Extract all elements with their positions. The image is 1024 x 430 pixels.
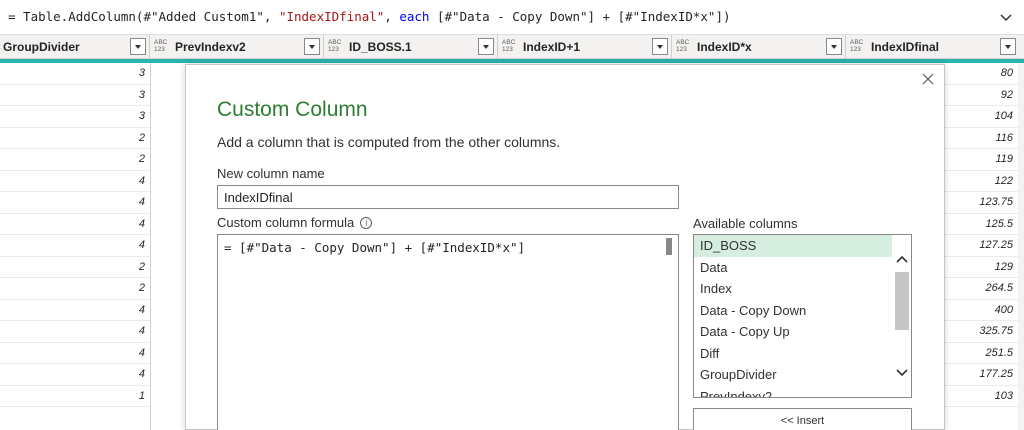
type-any-icon: ABC 123 bbox=[328, 39, 342, 53]
available-column-item[interactable]: Data - Copy Down bbox=[694, 300, 893, 322]
table-cell[interactable]: 104 bbox=[945, 106, 1018, 128]
column-title: IndexIDfinal bbox=[871, 40, 940, 54]
custom-formula-editor[interactable]: = [#"Data - Copy Down"] + [#"IndexID*x"] bbox=[217, 234, 679, 430]
column-header-indexid-x[interactable]: ABC 123 IndexID*x bbox=[672, 35, 846, 59]
available-column-item[interactable]: Data bbox=[694, 257, 893, 279]
column-title: ID_BOSS.1 bbox=[349, 40, 412, 54]
table-cell[interactable]: 264.5 bbox=[945, 278, 1018, 300]
column-title: GroupDivider bbox=[3, 40, 80, 54]
table-cell[interactable]: 92 bbox=[945, 85, 1018, 106]
formula-keyword: each bbox=[399, 9, 430, 24]
table-cell[interactable]: 4 bbox=[0, 300, 150, 321]
table-cell[interactable]: 129 bbox=[945, 257, 1018, 278]
table-cell[interactable]: 3 bbox=[0, 106, 150, 128]
chevron-down-icon[interactable] bbox=[895, 366, 909, 380]
chevron-down-icon[interactable] bbox=[998, 9, 1014, 25]
filter-dropdown-button[interactable] bbox=[130, 38, 146, 55]
table-cell[interactable]: 4 bbox=[0, 343, 150, 364]
table-cell[interactable]: 1 bbox=[0, 386, 150, 407]
column-header-groupdivider[interactable]: GroupDivider bbox=[0, 35, 150, 59]
formula-label-wrap: Custom column formula i bbox=[217, 215, 373, 230]
table-cell[interactable]: 2 bbox=[0, 257, 150, 278]
custom-column-dialog: Custom Column Add a column that is compu… bbox=[185, 64, 945, 430]
column-header-indexidfinal[interactable]: ABC 123 IndexIDfinal bbox=[846, 35, 1024, 59]
column-title: IndexID+1 bbox=[523, 40, 581, 54]
scroll-thumb[interactable] bbox=[895, 272, 909, 330]
available-column-item[interactable]: Index bbox=[694, 278, 893, 300]
new-column-name-label: New column name bbox=[217, 166, 325, 181]
chevron-up-icon[interactable] bbox=[895, 252, 909, 266]
formula-separator: , bbox=[384, 9, 400, 24]
available-columns-label: Available columns bbox=[693, 216, 798, 231]
grid-column-previndexv2-body bbox=[150, 63, 185, 430]
column-header-indexid-plus-1[interactable]: ABC 123 IndexID+1 bbox=[498, 35, 672, 59]
type-any-icon: ABC 123 bbox=[850, 39, 864, 53]
formula-scroll-thumb[interactable] bbox=[666, 238, 672, 255]
table-cell[interactable]: 400 bbox=[945, 300, 1018, 321]
formula-string: "IndexIDfinal" bbox=[278, 9, 385, 24]
filter-dropdown-button[interactable] bbox=[652, 38, 668, 55]
formula-bar-text[interactable]: = Table.AddColumn(#"Added Custom1", "Ind… bbox=[8, 9, 731, 24]
insert-button[interactable]: << Insert bbox=[693, 408, 912, 430]
column-header-previndexv2[interactable]: ABC 123 PrevIndexv2 bbox=[150, 35, 324, 59]
available-columns-list[interactable]: ID_BOSS Data Index Data - Copy Down Data - C… bbox=[693, 234, 912, 398]
table-cell[interactable]: 3 bbox=[0, 85, 150, 106]
formula-code[interactable]: = [#"Data - Copy Down"] + [#"IndexID*x"] bbox=[224, 240, 525, 255]
table-cell[interactable]: 103 bbox=[945, 386, 1018, 407]
table-cell[interactable]: 325.75 bbox=[945, 321, 1018, 343]
table-cell[interactable]: 125.5 bbox=[945, 214, 1018, 235]
table-cell[interactable]: 123.75 bbox=[945, 192, 1018, 214]
table-cell[interactable]: 2 bbox=[0, 278, 150, 300]
column-title: PrevIndexv2 bbox=[175, 40, 246, 54]
formula-label: Custom column formula bbox=[217, 215, 355, 230]
table-cell[interactable]: 80 bbox=[945, 63, 1018, 85]
table-cell[interactable]: 116 bbox=[945, 128, 1018, 149]
table-cell[interactable]: 4 bbox=[0, 214, 150, 235]
table-cell[interactable]: 2 bbox=[0, 149, 150, 171]
formula-prefix: = Table.AddColumn(#"Added Custom1", bbox=[8, 9, 279, 24]
column-header-id-boss-1[interactable]: ABC 123 ID_BOSS.1 bbox=[324, 35, 498, 59]
table-cell[interactable]: 2 bbox=[0, 128, 150, 149]
available-column-item[interactable]: ID_BOSS bbox=[694, 235, 893, 257]
filter-dropdown-button[interactable] bbox=[304, 38, 320, 55]
available-column-item[interactable]: GroupDivider bbox=[694, 364, 893, 386]
filter-dropdown-button[interactable] bbox=[1000, 38, 1016, 55]
table-cell[interactable]: 4 bbox=[0, 235, 150, 257]
filter-dropdown-button[interactable] bbox=[478, 38, 494, 55]
available-columns-scrollbar[interactable] bbox=[892, 235, 911, 397]
filter-dropdown-button[interactable] bbox=[826, 38, 842, 55]
table-cell[interactable]: 251.5 bbox=[945, 343, 1018, 364]
close-icon[interactable] bbox=[920, 71, 936, 87]
dialog-subtitle: Add a column that is computed from the o… bbox=[217, 134, 561, 150]
available-column-item[interactable]: Data - Copy Up bbox=[694, 321, 893, 343]
type-any-icon: ABC 123 bbox=[154, 39, 168, 53]
new-column-name-input[interactable]: IndexIDfinal bbox=[217, 185, 679, 209]
table-cell[interactable]: 3 bbox=[0, 63, 150, 85]
type-any-icon: ABC 123 bbox=[502, 39, 516, 53]
grid-header: GroupDivider ABC 123 PrevIndexv2 ABC 123 I… bbox=[0, 35, 1024, 59]
table-cell[interactable]: 4 bbox=[0, 364, 150, 386]
table-cell[interactable]: 4 bbox=[0, 192, 150, 214]
table-cell[interactable]: 127.25 bbox=[945, 235, 1018, 257]
table-cell[interactable]: 119 bbox=[945, 149, 1018, 171]
table-cell[interactable]: 4 bbox=[0, 321, 150, 343]
type-any-icon: ABC 123 bbox=[676, 39, 690, 53]
available-column-item[interactable]: PrevIndexv2 bbox=[694, 386, 893, 398]
table-cell[interactable]: 122 bbox=[945, 171, 1018, 192]
info-icon[interactable]: i bbox=[360, 217, 373, 229]
formula-bar[interactable]: = Table.AddColumn(#"Added Custom1", "Ind… bbox=[0, 0, 1024, 35]
formula-suffix: [#"Data - Copy Down"] + [#"IndexID*x"]) bbox=[429, 9, 731, 24]
grid-scrollbar[interactable] bbox=[1018, 63, 1024, 430]
table-cell[interactable]: 4 bbox=[0, 171, 150, 192]
dialog-title: Custom Column bbox=[217, 98, 368, 121]
column-title: IndexID*x bbox=[697, 40, 752, 54]
table-cell[interactable]: 177.25 bbox=[945, 364, 1018, 386]
available-column-item[interactable]: Diff bbox=[694, 343, 893, 365]
